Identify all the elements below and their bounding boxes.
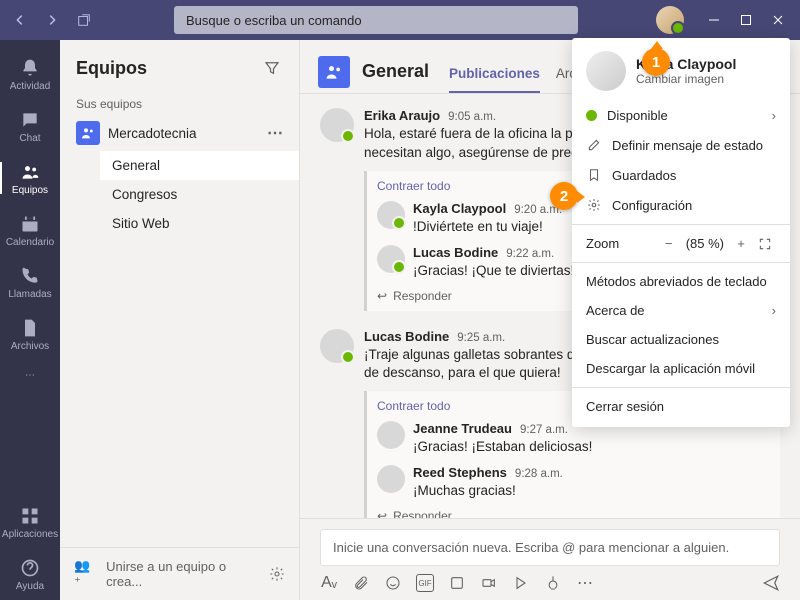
fullscreen-icon[interactable] [758,237,776,251]
reply: Reed Stephens9:28 a.m. ¡Muchas gracias! [377,461,780,505]
your-teams-label: Sus equipos [60,89,299,115]
profile-menu: Kayla Claypool Cambiar imagen Disponible… [572,38,790,427]
maximize-button[interactable] [732,6,760,34]
zoom-out-button[interactable]: − [660,236,678,251]
team-avatar [76,121,100,145]
channel-congresos[interactable]: Congresos [100,180,299,209]
avatar [320,108,354,142]
callout-2: 2 [550,182,578,210]
menu-status[interactable]: Disponible › [572,101,790,130]
post-author: Lucas Bodine [364,329,449,344]
back-button[interactable] [8,8,32,32]
channel-team-avatar [318,56,350,88]
zoom-value: (85 %) [686,236,724,251]
menu-download-mobile[interactable]: Descargar la aplicación móvil [572,354,790,383]
menu-set-status-message[interactable]: Definir mensaje de estado [572,130,790,160]
menu-settings[interactable]: Configuración [572,190,790,220]
calendar-icon [19,213,41,235]
compose-area: Inicie una conversación nueva. Escriba @… [300,518,800,600]
help-icon [19,557,41,579]
attach-icon[interactable] [352,574,370,592]
emoji-icon[interactable] [384,574,402,592]
callout-1: 1 [642,48,670,76]
avatar [377,421,405,449]
channel-general[interactable]: General [100,151,299,180]
avatar [377,201,405,229]
new-window-button[interactable] [72,8,96,32]
menu-saved[interactable]: Guardados [572,160,790,190]
manage-teams-gear-icon[interactable] [269,566,285,582]
rail-calendar[interactable]: Calendario [0,204,60,256]
format-icon[interactable]: Aᵥ [320,574,338,592]
avatar [377,245,405,273]
team-more-icon[interactable]: ⋯ [267,123,283,143]
teams-title: Equipos [76,58,147,79]
avatar [377,465,405,493]
more-icon[interactable]: ⋯ [576,574,594,592]
search-input[interactable]: Busque o escriba un comando [174,6,578,34]
compose-input[interactable]: Inicie una conversación nueva. Escriba @… [320,529,780,566]
rail-activity[interactable]: Actividad [0,48,60,100]
menu-sign-out[interactable]: Cerrar sesión [572,392,790,421]
title-bar: Busque o escriba un comando [0,0,800,40]
menu-about[interactable]: Acerca de› [572,296,790,325]
filter-icon[interactable] [263,59,283,79]
teams-panel: Equipos Sus equipos Mercadotecnia ⋯ Gene… [60,40,300,600]
send-icon[interactable] [762,574,780,592]
profile-menu-avatar [586,51,626,91]
reply-button[interactable]: ↩Responder [377,505,780,518]
bookmark-icon [586,167,602,183]
team-row-mercadotecnia[interactable]: Mercadotecnia ⋯ [60,115,299,151]
channel-sitio-web[interactable]: Sitio Web [100,209,299,238]
chevron-right-icon: › [772,108,776,123]
reply-icon: ↩ [377,509,387,518]
chat-icon [19,109,41,131]
post-time: 9:25 a.m. [457,332,505,344]
stream-icon[interactable] [512,574,530,592]
praise-icon[interactable] [544,574,562,592]
bell-icon [19,57,41,79]
chevron-right-icon: › [772,303,776,318]
reply-icon: ↩ [377,289,387,303]
post-time: 9:05 a.m. [448,111,496,123]
apps-icon [19,505,41,527]
menu-check-updates[interactable]: Buscar actualizaciones [572,325,790,354]
pencil-icon [586,137,602,153]
rail-teams[interactable]: Equipos [0,152,60,204]
forward-button[interactable] [40,8,64,32]
menu-keyboard-shortcuts[interactable]: Métodos abreviados de teclado [572,267,790,296]
profile-avatar-button[interactable] [656,6,684,34]
rail-calls[interactable]: Llamadas [0,256,60,308]
close-button[interactable] [764,6,792,34]
join-create-team[interactable]: Unirse a un equipo o crea... [106,559,259,589]
tab-posts[interactable]: Publicaciones [449,66,540,93]
gif-icon[interactable]: GIF [416,574,434,592]
join-team-icon[interactable]: 👥⁺ [74,558,96,590]
teams-icon [19,161,41,183]
rail-files[interactable]: Archivos [0,308,60,360]
rail-help[interactable]: Ayuda [0,548,60,600]
channel-title: General [362,61,429,82]
zoom-in-button[interactable]: + [732,236,750,251]
rail-chat[interactable]: Chat [0,100,60,152]
rail-apps[interactable]: Aplicaciones [0,496,60,548]
post-author: Erika Araujo [364,108,440,123]
minimize-button[interactable] [700,6,728,34]
file-icon [19,317,41,339]
status-available-icon [586,110,597,121]
rail-more[interactable]: ⋯ [0,360,60,390]
phone-icon [19,265,41,287]
app-rail: Actividad Chat Equipos Calendario Llamad… [0,40,60,600]
gear-icon [586,197,602,213]
meet-icon[interactable] [480,574,498,592]
menu-zoom: Zoom − (85 %) + [572,229,790,258]
avatar [320,329,354,363]
sticker-icon[interactable] [448,574,466,592]
